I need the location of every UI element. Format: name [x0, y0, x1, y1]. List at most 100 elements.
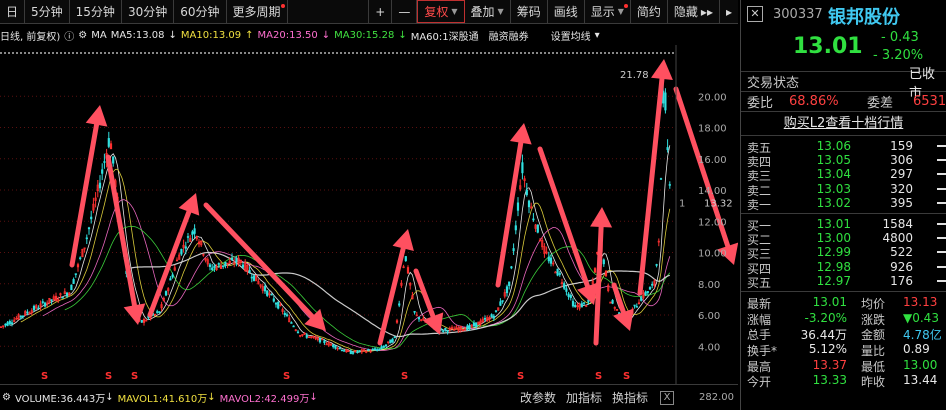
candle-body — [65, 292, 69, 297]
candle-body — [376, 349, 379, 352]
period-day-button[interactable]: 日 — [0, 0, 26, 23]
candle-body — [248, 270, 251, 273]
candle-body — [582, 302, 586, 304]
s-marker: S — [131, 371, 138, 382]
stat-label: 量比 — [861, 343, 886, 358]
arrow-down-icon: ↓ — [105, 392, 114, 403]
trend-arrow-head — [85, 105, 108, 127]
current-price-label: 13.32 — [704, 199, 733, 210]
gear-icon[interactable]: ⚙ — [78, 30, 87, 41]
edit-params-button[interactable]: 改参数 — [520, 389, 556, 406]
candle-body — [103, 161, 106, 163]
simple-button[interactable]: 简约 — [631, 0, 668, 23]
candle-body — [413, 310, 416, 313]
candle-body — [156, 311, 159, 313]
margin-trading-link[interactable]: 融资融券 — [489, 28, 529, 43]
overlay-button[interactable]: 叠加 ▼ — [465, 0, 511, 23]
candle-body — [505, 286, 509, 294]
candle-body — [208, 264, 212, 267]
candle-body — [382, 345, 385, 348]
help-icon[interactable]: ⓘ — [64, 28, 74, 43]
max-price-label: 21.78 — [620, 70, 649, 81]
stat-label: 涨跌 — [861, 312, 886, 327]
y-tick-label: 18.00 — [698, 124, 727, 135]
s-marker: S — [517, 371, 524, 382]
candle-body — [655, 264, 658, 266]
candle-body — [193, 228, 196, 234]
candle-body — [536, 224, 539, 233]
chart-grid — [0, 52, 676, 347]
candle-body — [472, 322, 476, 327]
stat-row: 最高 13.37 最低 13.00 — [741, 358, 946, 374]
candle-body — [651, 283, 654, 286]
display-button[interactable]: 显示 ▼ — [585, 0, 631, 23]
draw-line-button[interactable]: 画线 — [548, 0, 585, 23]
candle-body — [10, 322, 14, 324]
candle-body — [571, 300, 575, 307]
trend-arrow — [637, 59, 673, 296]
settings-icon[interactable]: ⚙ — [2, 392, 11, 403]
adjust-button[interactable]: 复权 ▼ — [417, 0, 465, 23]
kline-chart[interactable]: SSSSSSSS 20.0018.0016.0014.0012.0010.008… — [0, 45, 738, 385]
candle-body — [241, 264, 245, 268]
s-marker: S — [401, 371, 408, 382]
candle-body — [274, 302, 278, 305]
candle-body — [338, 347, 341, 350]
switch-indicator-button[interactable]: 换指标 — [612, 389, 648, 406]
candle-body — [367, 349, 370, 351]
volume-tick — [937, 159, 946, 162]
trend-arrow-shaft — [593, 224, 604, 346]
indicator-bar: 日线, 前复权) ⓘ ⚙ MA MA5:13.08 ↓ MA10:13.09 ↑ M… — [0, 25, 738, 45]
adjust-label: 复权 — [424, 5, 449, 19]
candle-body — [235, 257, 238, 263]
candle-body — [563, 283, 566, 289]
candle-body — [417, 317, 421, 320]
candle-body — [393, 336, 396, 338]
candle-body — [349, 350, 352, 355]
candle-body — [494, 310, 498, 312]
period-60min-button[interactable]: 60分钟 — [174, 0, 227, 23]
stat-row: 换手* 5.12% 量比 0.89 — [741, 342, 946, 358]
period-5min-button[interactable]: 5分钟 — [25, 0, 70, 23]
level-volume: 4800 — [882, 231, 913, 246]
set-ma-link[interactable]: 设置均线 — [551, 28, 591, 43]
hide-button[interactable]: 隐藏 ▸▸ — [668, 0, 720, 23]
volume-axis-value: 282.00 — [699, 392, 734, 403]
candle-body — [668, 184, 671, 186]
trend-arrow-shaft — [495, 140, 524, 288]
candle-body — [140, 319, 143, 323]
zoom-out-button[interactable]: — — [392, 0, 418, 23]
stat-row: 涨幅 -3.20% 涨跌 ▼0.43 — [741, 311, 946, 327]
moving-average-line — [42, 199, 671, 351]
candle-body — [79, 257, 82, 260]
add-indicator-button[interactable]: 加指标 — [566, 389, 602, 406]
volume-indicator-bar: ⚙ VOLUME:36.443万 ↓ MAVOL1:41.610万 ↓ MAVOL2… — [0, 384, 738, 410]
candle-body — [158, 311, 161, 314]
buy-l2-button[interactable]: 购买L2查看十档行情 — [741, 112, 946, 136]
candle-body — [222, 265, 225, 267]
candle-body — [169, 278, 172, 281]
arrow-down-icon: ↓ — [309, 392, 318, 403]
candle-body — [532, 218, 535, 221]
expand-button[interactable]: ▸ — [720, 0, 738, 23]
chips-button[interactable]: 筹码 — [511, 0, 548, 23]
candle-body — [635, 306, 638, 308]
s-marker: S — [595, 371, 602, 382]
more-periods-button[interactable]: 更多周期 — [227, 0, 288, 23]
close-icon[interactable]: X — [660, 390, 674, 405]
period-15min-button[interactable]: 15分钟 — [70, 0, 122, 23]
volume-tick — [937, 173, 946, 176]
trend-arrow — [203, 202, 326, 331]
close-icon[interactable]: ✕ — [747, 6, 763, 22]
candle-body — [98, 182, 102, 189]
candle-body — [567, 293, 570, 297]
last-price: 13.01 — [793, 34, 863, 59]
period-30min-button[interactable]: 30分钟 — [122, 0, 175, 23]
s-markers: SSSSSSSS — [41, 371, 630, 382]
zoom-in-button[interactable]: + — [369, 0, 393, 23]
stat-value: -3.20% — [804, 310, 847, 325]
y-tick-label: 20.00 — [698, 92, 727, 103]
volume-tick — [937, 279, 946, 282]
candle-body — [549, 257, 553, 264]
volume-tick — [937, 265, 946, 268]
